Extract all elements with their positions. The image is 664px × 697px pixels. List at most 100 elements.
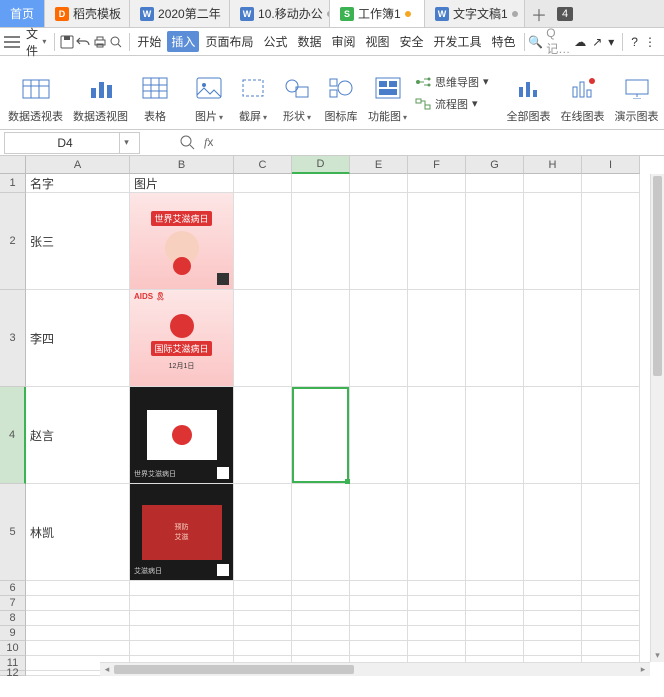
- cell-I5[interactable]: [582, 484, 640, 581]
- tab-home[interactable]: 首页: [0, 0, 45, 27]
- cell-G1[interactable]: [466, 174, 524, 193]
- cell-E3[interactable]: [350, 290, 408, 387]
- col-header-A[interactable]: A: [26, 156, 130, 174]
- scrollbar-thumb[interactable]: [653, 176, 662, 376]
- cell-A9[interactable]: [26, 626, 130, 641]
- cell-I4[interactable]: [582, 387, 640, 484]
- cell-G4[interactable]: [466, 387, 524, 484]
- cell-I3[interactable]: [582, 290, 640, 387]
- cell-I7[interactable]: [582, 596, 640, 611]
- cell-C1[interactable]: [234, 174, 292, 193]
- cell-H9[interactable]: [524, 626, 582, 641]
- cloud-icon[interactable]: ☁: [574, 35, 586, 49]
- cell-G9[interactable]: [466, 626, 524, 641]
- cell-E4[interactable]: [350, 387, 408, 484]
- cell-C7[interactable]: [234, 596, 292, 611]
- icons-button[interactable]: 图标库: [322, 60, 360, 126]
- zoom-icon[interactable]: [180, 135, 196, 151]
- cell-F9[interactable]: [408, 626, 466, 641]
- horizontal-scrollbar[interactable]: ◂ ▸: [100, 662, 650, 676]
- cell-C2[interactable]: [234, 193, 292, 290]
- row-header-2[interactable]: 2: [0, 193, 26, 290]
- scroll-down-icon[interactable]: ▾: [651, 648, 664, 662]
- tab-textdoc1[interactable]: W文字文稿1: [425, 0, 525, 27]
- menu-view[interactable]: 视图: [362, 31, 394, 52]
- cell-D7[interactable]: [292, 596, 350, 611]
- present-charts-button[interactable]: 演示图表: [613, 60, 661, 126]
- cell-B2[interactable]: 世界艾滋病日: [130, 193, 234, 290]
- pivot-table-button[interactable]: 数据透视表: [6, 60, 65, 126]
- cell-F6[interactable]: [408, 581, 466, 596]
- cell-A3[interactable]: 李四: [26, 290, 130, 387]
- tab-docao[interactable]: D稻壳模板: [45, 0, 130, 27]
- cell-E1[interactable]: [350, 174, 408, 193]
- name-box[interactable]: D4▾: [4, 132, 140, 154]
- embedded-image[interactable]: 预防艾滋艾滋病日: [130, 484, 233, 580]
- cell-B4[interactable]: 世界艾滋病日: [130, 387, 234, 484]
- print-icon[interactable]: [93, 31, 108, 53]
- cell-I6[interactable]: [582, 581, 640, 596]
- shapes-button[interactable]: 形状▾: [278, 60, 316, 126]
- cell-G2[interactable]: [466, 193, 524, 290]
- new-tab-button[interactable]: ＋: [525, 2, 553, 26]
- embedded-image[interactable]: 世界艾滋病日: [130, 193, 233, 289]
- screenshot-button[interactable]: 截屏▾: [234, 60, 272, 126]
- scroll-right-icon[interactable]: ▸: [636, 663, 650, 676]
- cell-G5[interactable]: [466, 484, 524, 581]
- cell-I9[interactable]: [582, 626, 640, 641]
- menu-special[interactable]: 特色: [488, 31, 520, 52]
- hamburger-icon[interactable]: [4, 31, 20, 53]
- picture-button[interactable]: 图片▾: [190, 60, 228, 126]
- menu-data[interactable]: 数据: [293, 31, 325, 52]
- cell-A10[interactable]: [26, 641, 130, 656]
- cell-B8[interactable]: [130, 611, 234, 626]
- flowchart-button[interactable]: 流程图▾: [415, 94, 489, 114]
- cell-D8[interactable]: [292, 611, 350, 626]
- cell-F3[interactable]: [408, 290, 466, 387]
- cell-F1[interactable]: [408, 174, 466, 193]
- menu-formula[interactable]: 公式: [259, 31, 291, 52]
- col-header-D[interactable]: D: [292, 156, 350, 174]
- cell-G7[interactable]: [466, 596, 524, 611]
- cell-D3[interactable]: [292, 290, 350, 387]
- cell-A6[interactable]: [26, 581, 130, 596]
- all-charts-button[interactable]: 全部图表: [505, 60, 553, 126]
- cell-H1[interactable]: [524, 174, 582, 193]
- embedded-image[interactable]: 世界艾滋病日: [130, 387, 233, 483]
- tab-doc-2020[interactable]: W2020第二年: [130, 0, 230, 27]
- cell-C5[interactable]: [234, 484, 292, 581]
- menu-start[interactable]: 开始: [133, 31, 165, 52]
- cell-D5[interactable]: [292, 484, 350, 581]
- cell-E6[interactable]: [350, 581, 408, 596]
- cell-B3[interactable]: AIDS 🎗国际艾滋病日12月1日: [130, 290, 234, 387]
- cell-H8[interactable]: [524, 611, 582, 626]
- cells-area[interactable]: 名字图片张三世界艾滋病日李四AIDS 🎗国际艾滋病日12月1日赵言世界艾滋病日林…: [26, 174, 650, 662]
- cell-E8[interactable]: [350, 611, 408, 626]
- cell-D9[interactable]: [292, 626, 350, 641]
- cell-I8[interactable]: [582, 611, 640, 626]
- col-header-G[interactable]: G: [466, 156, 524, 174]
- cell-E9[interactable]: [350, 626, 408, 641]
- cell-B1[interactable]: 图片: [130, 174, 234, 193]
- table-button[interactable]: 表格: [136, 60, 174, 126]
- cell-D10[interactable]: [292, 641, 350, 656]
- cell-F10[interactable]: [408, 641, 466, 656]
- col-header-E[interactable]: E: [350, 156, 408, 174]
- cell-H4[interactable]: [524, 387, 582, 484]
- row-header-5[interactable]: 5: [0, 484, 26, 581]
- cell-A4[interactable]: 赵言: [26, 387, 130, 484]
- cell-A7[interactable]: [26, 596, 130, 611]
- cell-D1[interactable]: [292, 174, 350, 193]
- row-header-3[interactable]: 3: [0, 290, 26, 387]
- chevron-down-icon[interactable]: ▾: [119, 133, 133, 153]
- cell-C3[interactable]: [234, 290, 292, 387]
- vertical-scrollbar[interactable]: ▴ ▾: [650, 174, 664, 662]
- cell-E7[interactable]: [350, 596, 408, 611]
- cell-F5[interactable]: [408, 484, 466, 581]
- menu-search[interactable]: 🔍Q 记…: [528, 26, 570, 57]
- sheet-tabs[interactable]: [26, 662, 106, 676]
- row-header-4[interactable]: 4: [0, 387, 26, 484]
- cell-A2[interactable]: 张三: [26, 193, 130, 290]
- menu-review[interactable]: 审阅: [327, 31, 359, 52]
- cell-H5[interactable]: [524, 484, 582, 581]
